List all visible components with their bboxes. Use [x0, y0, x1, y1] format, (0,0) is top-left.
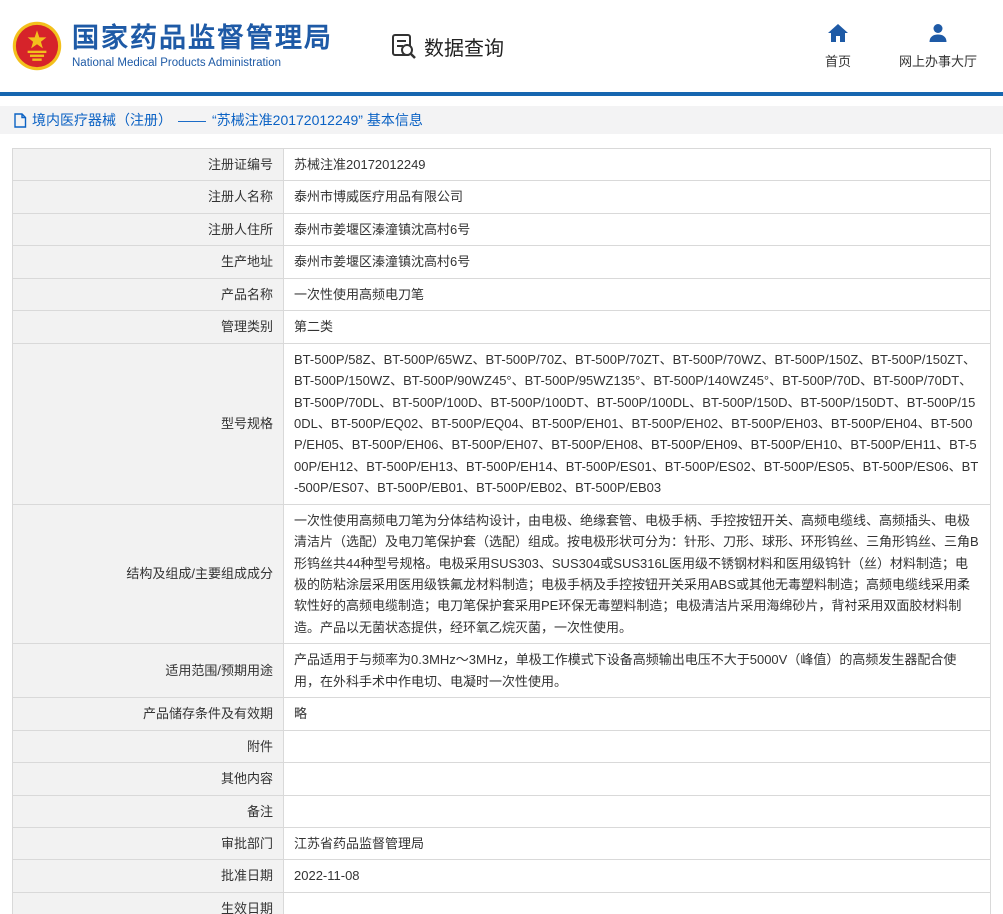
row-label: 适用范围/预期用途 [13, 644, 284, 698]
row-label: 其他内容 [13, 763, 284, 795]
row-label: 备注 [13, 795, 284, 827]
table-row: 适用范围/预期用途产品适用于与频率为0.3MHz～3MHz，单极工作模式下设备高… [13, 644, 991, 698]
header-right-nav: 首页 网上办事大厅 [825, 22, 987, 70]
row-value [284, 730, 991, 762]
row-label: 注册人名称 [13, 181, 284, 213]
header-divider [0, 92, 1003, 96]
person-icon [928, 22, 948, 44]
table-row: 管理类别第二类 [13, 311, 991, 343]
row-label: 型号规格 [13, 343, 284, 504]
header: 国家药品监督管理局 National Medical Products Admi… [0, 0, 1003, 92]
breadcrumb-separator: —— [178, 112, 206, 128]
row-label: 注册人住所 [13, 213, 284, 245]
row-label: 注册证编号 [13, 149, 284, 181]
info-table-body: 注册证编号苏械注准20172012249注册人名称泰州市博威医疗用品有限公司注册… [13, 149, 991, 914]
table-row: 批准日期2022-11-08 [13, 860, 991, 892]
row-label: 结构及组成/主要组成成分 [13, 504, 284, 644]
data-query-icon [391, 33, 417, 59]
nav-data-query[interactable]: 数据查询 [391, 32, 504, 61]
table-row: 其他内容 [13, 763, 991, 795]
nav-home-label: 首页 [825, 51, 851, 70]
row-value: 产品适用于与频率为0.3MHz～3MHz，单极工作模式下设备高频输出电压不大于5… [284, 644, 991, 698]
row-label: 生产地址 [13, 246, 284, 278]
table-row: 注册证编号苏械注准20172012249 [13, 149, 991, 181]
table-row: 产品名称一次性使用高频电刀笔 [13, 278, 991, 310]
nav-service-hall[interactable]: 网上办事大厅 [899, 22, 977, 70]
row-value: 一次性使用高频电刀笔为分体结构设计，由电极、绝缘套管、电极手柄、手控按钮开关、高… [284, 504, 991, 644]
nav-home[interactable]: 首页 [825, 22, 851, 70]
table-row: 结构及组成/主要组成成分一次性使用高频电刀笔为分体结构设计，由电极、绝缘套管、电… [13, 504, 991, 644]
table-row: 注册人名称泰州市博威医疗用品有限公司 [13, 181, 991, 213]
row-value: 2022-11-08 [284, 860, 991, 892]
breadcrumb-section[interactable]: 境内医疗器械（注册） [32, 110, 172, 130]
row-label: 产品名称 [13, 278, 284, 310]
row-label: 附件 [13, 730, 284, 762]
page-title: “苏械注准20172012249” 基本信息 [212, 110, 423, 130]
row-label: 批准日期 [13, 860, 284, 892]
row-value [284, 892, 991, 914]
home-icon [827, 22, 849, 44]
nav-service-hall-label: 网上办事大厅 [899, 51, 977, 70]
row-value: 泰州市姜堰区溱潼镇沈高村6号 [284, 213, 991, 245]
row-label: 产品储存条件及有效期 [13, 698, 284, 730]
row-label: 审批部门 [13, 827, 284, 859]
data-query-label: 数据查询 [424, 32, 504, 61]
row-value [284, 763, 991, 795]
row-label: 管理类别 [13, 311, 284, 343]
row-value [284, 795, 991, 827]
table-row: 备注 [13, 795, 991, 827]
org-title-block: 国家药品监督管理局 National Medical Products Admi… [72, 23, 333, 69]
row-value: 第二类 [284, 311, 991, 343]
row-value: BT-500P/58Z、BT-500P/65WZ、BT-500P/70Z、BT-… [284, 343, 991, 504]
document-icon [13, 113, 27, 128]
row-value: 泰州市博威医疗用品有限公司 [284, 181, 991, 213]
national-emblem-logo [12, 21, 62, 71]
table-row: 附件 [13, 730, 991, 762]
breadcrumb: 境内医疗器械（注册） —— “苏械注准20172012249” 基本信息 [0, 106, 1003, 134]
table-row: 产品储存条件及有效期略 [13, 698, 991, 730]
row-value: 一次性使用高频电刀笔 [284, 278, 991, 310]
org-name-en: National Medical Products Administration [72, 57, 333, 69]
row-label: 生效日期 [13, 892, 284, 914]
table-row: 审批部门江苏省药品监督管理局 [13, 827, 991, 859]
row-value: 江苏省药品监督管理局 [284, 827, 991, 859]
row-value: 泰州市姜堰区溱潼镇沈高村6号 [284, 246, 991, 278]
row-value: 略 [284, 698, 991, 730]
table-row: 型号规格BT-500P/58Z、BT-500P/65WZ、BT-500P/70Z… [13, 343, 991, 504]
table-row: 生产地址泰州市姜堰区溱潼镇沈高村6号 [13, 246, 991, 278]
table-row: 生效日期 [13, 892, 991, 914]
row-value: 苏械注准20172012249 [284, 149, 991, 181]
registration-info-table: 注册证编号苏械注准20172012249注册人名称泰州市博威医疗用品有限公司注册… [12, 148, 991, 914]
org-name-cn: 国家药品监督管理局 [72, 23, 333, 54]
table-row: 注册人住所泰州市姜堰区溱潼镇沈高村6号 [13, 213, 991, 245]
